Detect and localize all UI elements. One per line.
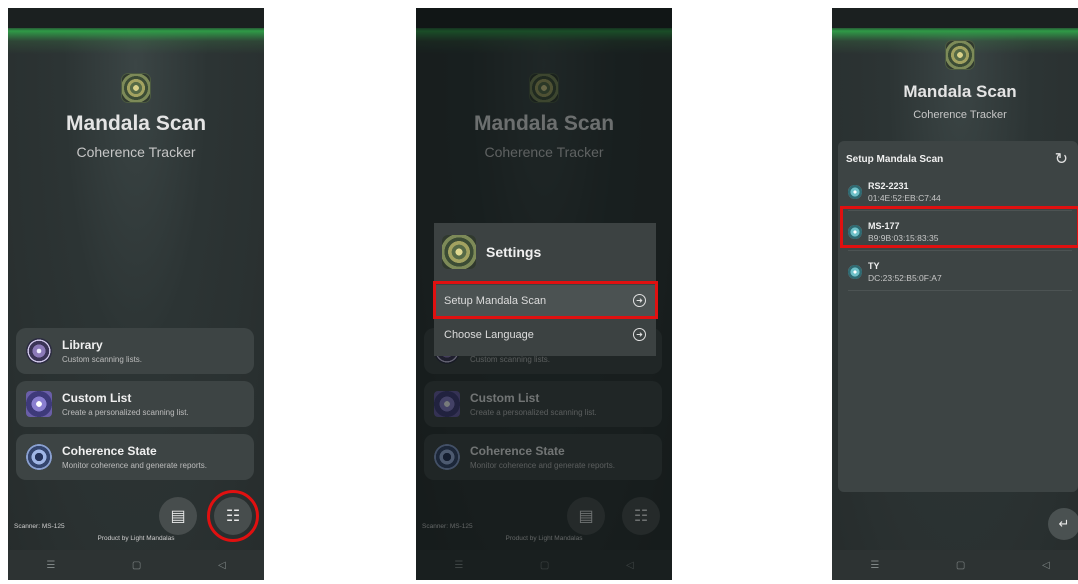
device-mac: DC:23:52:B5:0F:A7 <box>868 272 942 283</box>
mandala-logo <box>442 235 476 269</box>
android-nav-bar: ☰ ▢ ◁ <box>832 550 1078 580</box>
store-button[interactable]: ▤ <box>159 497 197 535</box>
mandala-logo <box>122 74 150 102</box>
mandala-logo <box>946 41 974 69</box>
custom-list-card[interactable]: Custom List Create a personalized scanni… <box>16 381 254 427</box>
coherence-state-card[interactable]: Coherence State Monitor coherence and ge… <box>16 434 254 480</box>
settings-dialog-header: Settings <box>434 223 656 281</box>
device-icon <box>848 264 862 279</box>
phone-screen-home: Mandala Scan Coherence Tracker Library C… <box>8 8 264 580</box>
home-icon[interactable]: ▢ <box>956 560 965 571</box>
card-title: Coherence State <box>62 444 157 458</box>
return-button[interactable]: ↵ <box>1048 508 1078 540</box>
phone-screen-settings: Mandala Scan Coherence Tracker Library C… <box>416 8 672 580</box>
highlight-rectangle <box>840 206 1078 248</box>
highlight-rectangle <box>433 281 658 319</box>
custom-list-icon <box>26 391 52 417</box>
arrow-right-circle-icon: ➜ <box>633 328 646 341</box>
status-bar <box>832 8 1078 28</box>
coherence-state-icon <box>26 444 52 470</box>
back-icon[interactable]: ◁ <box>218 560 226 571</box>
card-title: Library <box>62 338 103 352</box>
device-mac: 01:4E:52:EB:C7:44 <box>868 192 941 203</box>
status-bar <box>8 8 264 28</box>
menu-icon[interactable]: ☰ <box>870 560 879 571</box>
app-title: Mandala Scan <box>903 82 1017 101</box>
refresh-icon[interactable]: ↻ <box>1055 149 1068 169</box>
app-subtitle: Coherence Tracker <box>76 144 196 160</box>
card-description: Custom scanning lists. <box>62 355 143 364</box>
scanner-label: Scanner: MS-125 <box>14 523 65 530</box>
app-title: Mandala Scan <box>65 112 207 135</box>
library-card[interactable]: Library Custom scanning lists. <box>16 328 254 374</box>
app-subtitle: Coherence Tracker <box>913 109 1007 121</box>
settings-dialog-title: Settings <box>486 244 542 260</box>
back-icon[interactable]: ◁ <box>1042 560 1050 571</box>
phone-screen-device-setup: Mandala Scan Coherence Tracker Setup Man… <box>832 8 1078 580</box>
card-title: Custom List <box>62 391 132 405</box>
store-icon: ▤ <box>170 508 186 525</box>
card-description: Create a personalized scanning list. <box>62 408 189 417</box>
product-label: Product by Light Mandalas <box>97 535 175 542</box>
device-icon <box>848 184 862 199</box>
device-list-item[interactable]: TY DC:23:52:B5:0F:A7 <box>848 253 1072 291</box>
menu-icon[interactable]: ☰ <box>46 560 55 571</box>
home-icon[interactable]: ▢ <box>132 560 141 571</box>
choose-language-item[interactable]: Choose Language ➜ <box>434 319 656 350</box>
library-icon <box>26 338 52 364</box>
return-icon: ↵ <box>1058 516 1070 531</box>
menu-item-label: Choose Language <box>444 328 534 341</box>
device-setup-panel: Setup Mandala Scan ↻ RS2-2231 01:4E:52:E… <box>838 141 1078 492</box>
android-nav-bar: ☰ ▢ ◁ <box>8 550 264 580</box>
panel-header: Setup Mandala Scan ↻ <box>838 141 1078 169</box>
card-description: Monitor coherence and generate reports. <box>62 461 207 470</box>
device-name: TY <box>868 260 880 271</box>
panel-title: Setup Mandala Scan <box>846 153 944 165</box>
device-name: RS2-2231 <box>868 180 909 191</box>
